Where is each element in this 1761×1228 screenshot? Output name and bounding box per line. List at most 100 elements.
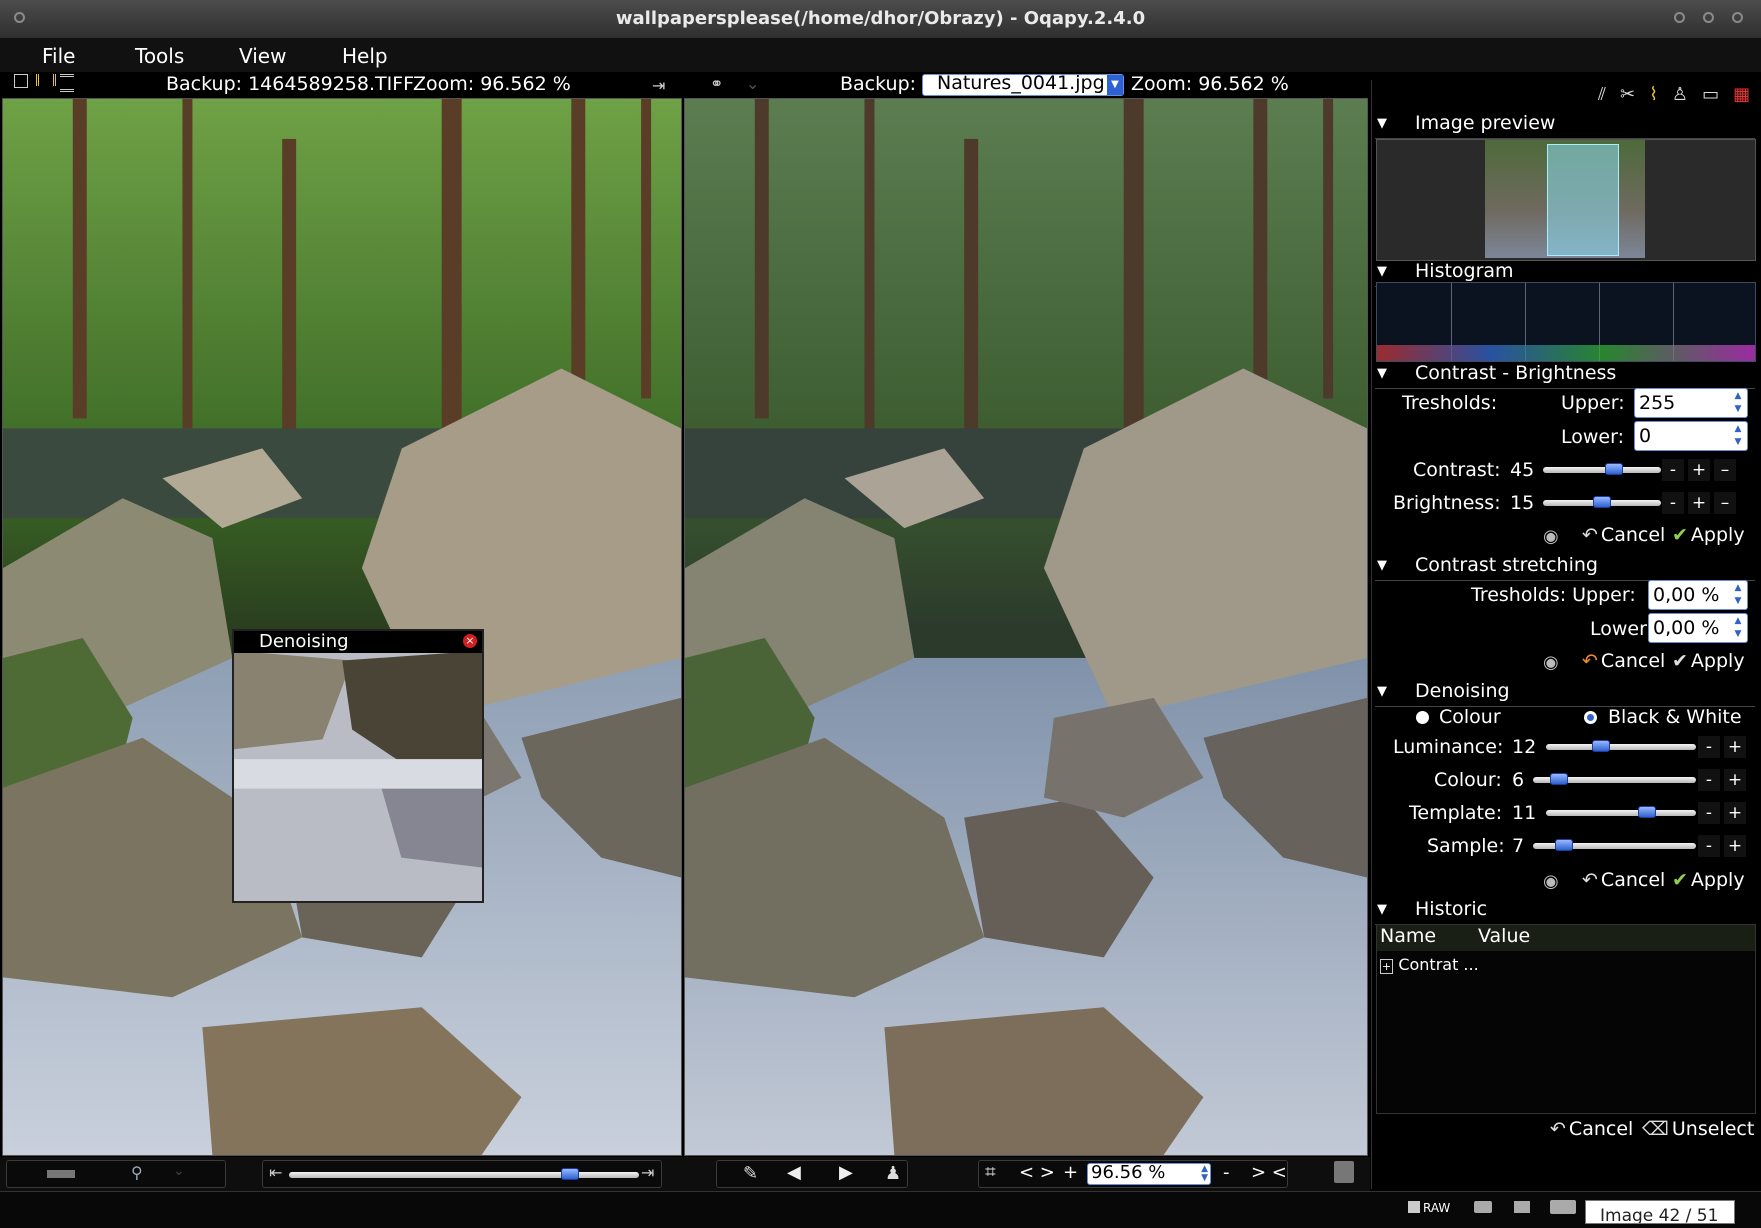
preview-viewport[interactable]	[1547, 144, 1619, 256]
stamp-icon[interactable]: ♟	[885, 1163, 901, 1184]
pipette-icon[interactable]: ⫽	[1598, 84, 1620, 105]
maximize-icon[interactable]	[1703, 12, 1714, 23]
print-icon[interactable]	[1474, 1201, 1492, 1213]
denoising-window[interactable]: Denoising ×	[232, 629, 484, 903]
zoom-spinbox[interactable]: 96.56 % ▲ ▼	[1087, 1162, 1211, 1185]
colour-plus-button[interactable]: +	[1724, 769, 1746, 791]
collapse-icon[interactable]: ▼	[1377, 366, 1387, 381]
spin-up-icon[interactable]: ▲	[1731, 390, 1745, 402]
expand-icon[interactable]: +	[1380, 959, 1394, 974]
spin-down-icon[interactable]: ▼	[1731, 403, 1745, 415]
contrast-minus-button[interactable]: -	[1662, 459, 1684, 481]
cs-cancel-button[interactable]: ↶ Cancel	[1582, 650, 1665, 672]
dn-apply-button[interactable]: ✔ Apply	[1672, 869, 1745, 891]
spin-down-icon[interactable]: ▼	[1731, 628, 1745, 640]
fit-height-button[interactable]: > <	[1251, 1162, 1287, 1183]
template-slider[interactable]	[1546, 806, 1696, 818]
spin-down-icon[interactable]: ▼	[1731, 595, 1745, 607]
menu-file[interactable]: File	[42, 44, 75, 68]
cs-lower-spinbox[interactable]: 0,00 % ▲ ▼	[1648, 613, 1748, 643]
slider-handle[interactable]	[1605, 463, 1623, 475]
upper-spinbox[interactable]: 255 ▲ ▼	[1634, 388, 1748, 418]
left-image-view[interactable]: Denoising ×	[2, 98, 682, 1156]
table-row[interactable]: + Contrat ...	[1380, 955, 1479, 974]
spin-down-icon[interactable]: ▼	[1731, 436, 1745, 448]
cb-apply-button[interactable]: ✔ Apply	[1672, 524, 1745, 546]
historic-header[interactable]: ▼ Historic	[1375, 898, 1755, 925]
brightness-minus-button[interactable]: -	[1662, 492, 1684, 514]
right-image-view[interactable]	[684, 98, 1368, 1156]
slider-handle[interactable]	[1593, 496, 1611, 508]
close-icon[interactable]	[1732, 12, 1743, 23]
contrast-brightness-header[interactable]: ▼ Contrast - Brightness	[1375, 362, 1755, 389]
colour-slider[interactable]	[1533, 773, 1696, 785]
link-dropdown-icon[interactable]: ⌄	[746, 74, 759, 93]
backup-select[interactable]: Natures_0041.jpg ▼	[922, 72, 1124, 96]
contrast-reset-button[interactable]: –	[1714, 459, 1736, 481]
single-view-icon[interactable]	[14, 74, 28, 88]
link-icon[interactable]: ⚭	[710, 74, 723, 93]
collapse-icon[interactable]: ▼	[1377, 902, 1387, 917]
first-icon[interactable]: ⇤	[269, 1163, 282, 1182]
sample-minus-button[interactable]: -	[1698, 835, 1720, 857]
image-preview-header[interactable]: ▼ Image preview	[1375, 112, 1755, 139]
luminance-slider[interactable]	[1546, 740, 1696, 752]
template-minus-button[interactable]: -	[1698, 802, 1720, 824]
curves-icon[interactable]: ⌇	[1649, 84, 1672, 105]
eye-icon[interactable]: ◉	[1543, 526, 1559, 547]
contrast-slider[interactable]	[1543, 463, 1661, 475]
brightness-plus-button[interactable]: +	[1688, 492, 1710, 514]
zoom-in-button[interactable]: +	[1063, 1162, 1078, 1183]
timeline-slider[interactable]	[289, 1168, 639, 1180]
menu-help[interactable]: Help	[342, 44, 388, 68]
next-icon[interactable]: ▶	[839, 1162, 853, 1183]
brush-icon[interactable]: ✎	[743, 1163, 758, 1184]
brush-icon[interactable]: ♙	[1672, 84, 1702, 105]
collapse-icon[interactable]: ▼	[1377, 684, 1387, 699]
chevron-down-icon[interactable]: ▼	[1107, 75, 1123, 95]
filmstrip-icon[interactable]	[47, 1170, 75, 1178]
historic-table[interactable]: Name Value + Contrat ...	[1376, 924, 1756, 1114]
zoom-out-button[interactable]: -	[1223, 1162, 1230, 1183]
brightness-reset-button[interactable]: –	[1714, 492, 1736, 514]
collapse-icon[interactable]: ▼	[1377, 264, 1387, 279]
spin-up-icon[interactable]: ▲	[1731, 615, 1745, 627]
slider-handle[interactable]	[1555, 839, 1573, 851]
col-name-header[interactable]: Name	[1380, 925, 1436, 947]
unselect-button[interactable]: ⌫ Unselect	[1642, 1118, 1754, 1140]
crop-icon[interactable]: ⌗	[985, 1161, 996, 1183]
folder-icon[interactable]: ▭	[1702, 84, 1733, 105]
slider-handle[interactable]	[561, 1168, 579, 1180]
spin-icon[interactable]: ▲ ▼	[1201, 1165, 1208, 1183]
col-value-header[interactable]: Value	[1478, 925, 1530, 947]
colour-minus-button[interactable]: -	[1698, 769, 1720, 791]
trash-icon[interactable]	[1334, 1161, 1354, 1183]
eye-icon[interactable]: ◉	[1543, 652, 1559, 673]
close-icon[interactable]: ×	[463, 634, 477, 648]
cs-upper-spinbox[interactable]: 0,00 % ▲ ▼	[1648, 580, 1748, 610]
denoising-window-titlebar[interactable]: Denoising ×	[234, 631, 482, 653]
contrast-plus-button[interactable]: +	[1688, 459, 1710, 481]
minimize-icon[interactable]	[1674, 12, 1685, 23]
dual-view-icon[interactable]	[36, 74, 56, 86]
slider-handle[interactable]	[1550, 773, 1568, 785]
template-plus-button[interactable]: +	[1724, 802, 1746, 824]
collapse-icon[interactable]: ▼	[1377, 558, 1387, 573]
cb-cancel-button[interactable]: ↶ Cancel	[1582, 524, 1665, 546]
bw-radio[interactable]	[1584, 711, 1597, 724]
collapse-icon[interactable]: ▼	[1377, 116, 1387, 131]
denoising-header[interactable]: ▼ Denoising	[1375, 680, 1755, 707]
luminance-minus-button[interactable]: -	[1698, 736, 1720, 758]
sample-slider[interactable]	[1533, 839, 1696, 851]
luminance-plus-button[interactable]: +	[1724, 736, 1746, 758]
sample-plus-button[interactable]: +	[1724, 835, 1746, 857]
raw-label[interactable]: RAW	[1423, 1201, 1450, 1215]
historic-cancel-button[interactable]: ↶ Cancel	[1550, 1118, 1633, 1140]
color-grid-icon[interactable]: ▦	[1733, 84, 1761, 105]
spin-up-icon[interactable]: ▲	[1731, 582, 1745, 594]
magnifier-icon[interactable]: ⚲	[131, 1163, 143, 1182]
eye-icon[interactable]: ◉	[1543, 871, 1559, 892]
slider-handle[interactable]	[1638, 806, 1656, 818]
chevron-down-icon[interactable]: ⌄	[173, 1163, 185, 1179]
colour-radio[interactable]	[1416, 711, 1429, 724]
